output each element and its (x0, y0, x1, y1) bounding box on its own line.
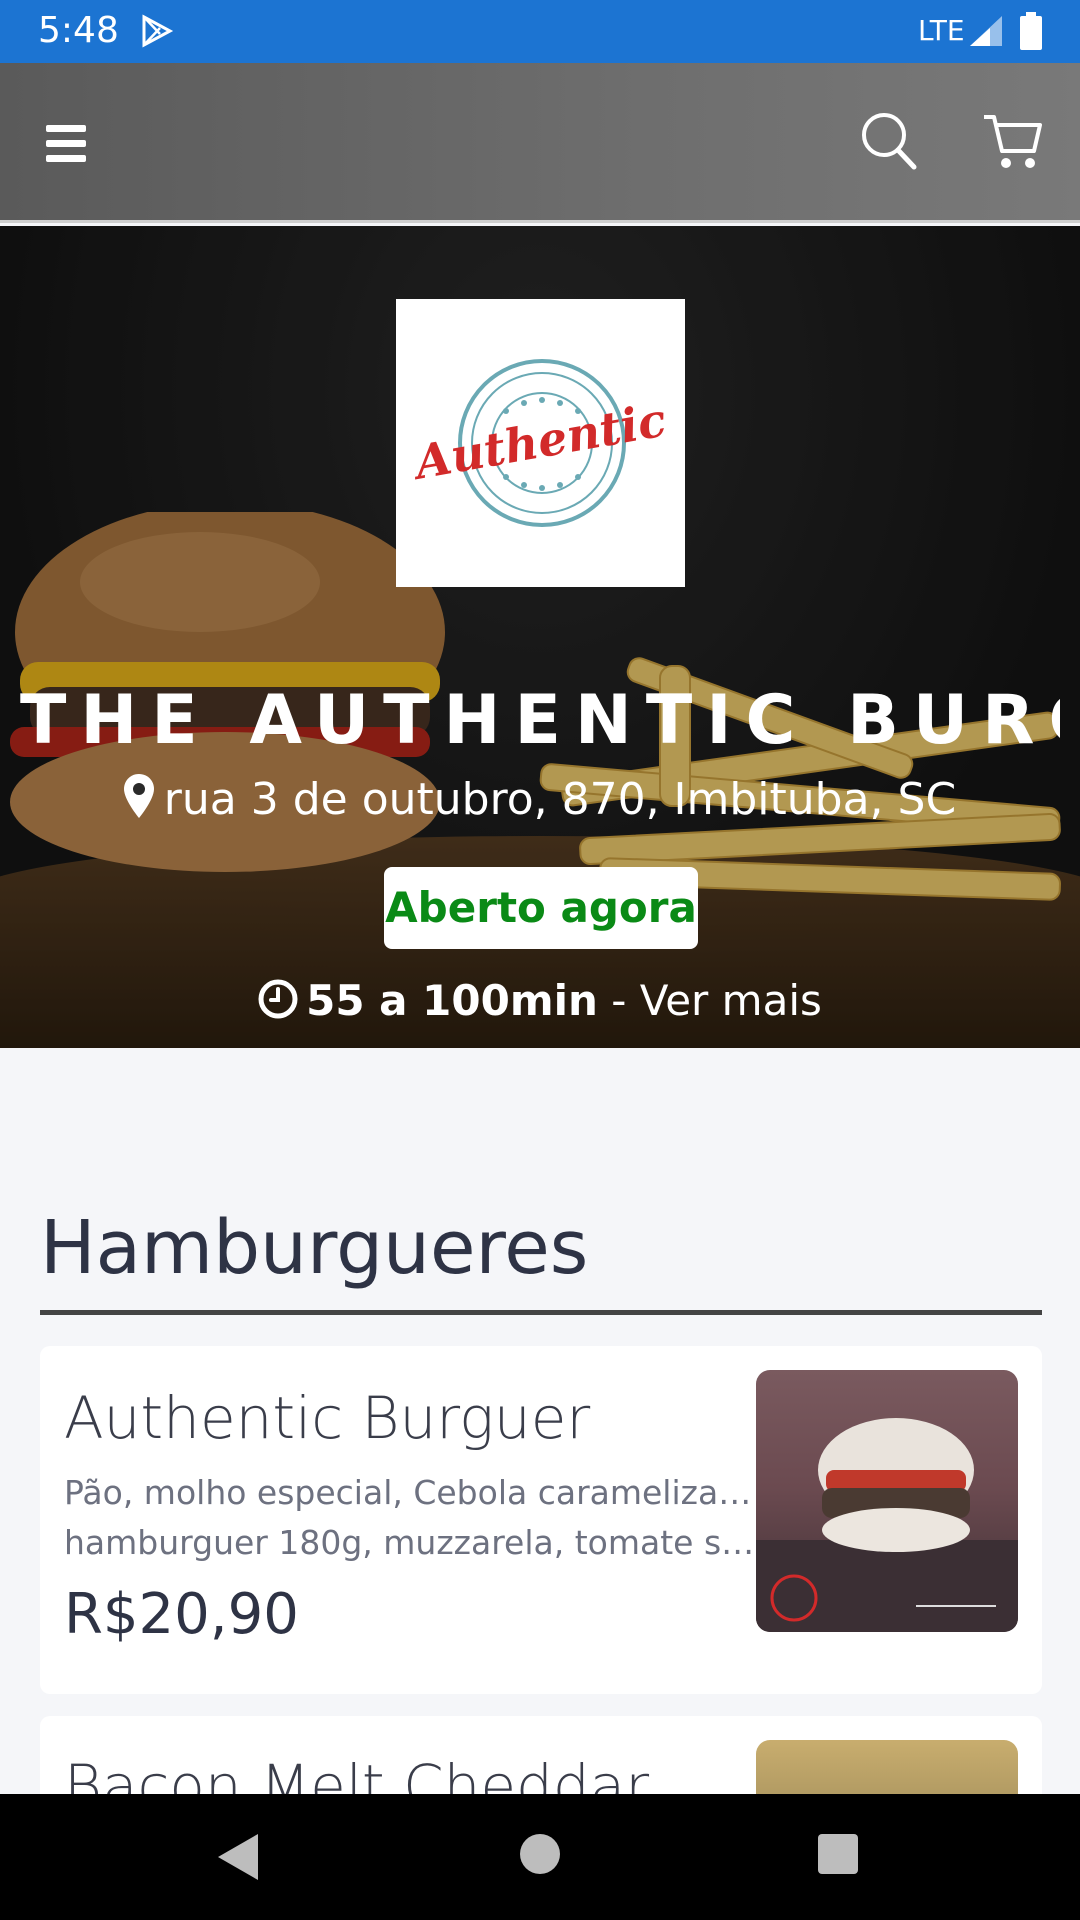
network-type: LTE (918, 14, 965, 47)
section-divider (40, 1310, 1042, 1315)
restaurant-hero: Authentic THE AUTHENTIC BURG... rua 3 de… (0, 226, 1080, 1048)
delivery-time-row[interactable]: 55 a 100min - Ver mais (0, 976, 1080, 1025)
product-price: R$20,90 (64, 1582, 299, 1647)
product-image (756, 1370, 1018, 1632)
clock-icon (258, 979, 298, 1019)
address-text: rua 3 de outubro, 870, Imbituba, SC (163, 774, 957, 825)
restaurant-name: THE AUTHENTIC BURG... (20, 681, 1060, 760)
status-bar: 5:48 LTE (0, 0, 1080, 63)
play-store-icon (142, 14, 174, 48)
product-description: Pão, molho especial, Cebola caramelizada… (64, 1473, 764, 1562)
app-toolbar (0, 63, 1080, 223)
battery-icon (1020, 12, 1042, 50)
back-icon[interactable] (216, 1832, 260, 1882)
restaurant-address: rua 3 de outubro, 870, Imbituba, SC (0, 774, 1080, 825)
system-nav-bar (0, 1794, 1080, 1920)
signal-icon (970, 16, 1002, 46)
authentic-logo-icon: Authentic (407, 359, 670, 527)
location-pin-icon (123, 774, 154, 818)
section-title: Hamburgueres (40, 1205, 589, 1291)
restaurant-logo: Authentic (396, 299, 685, 587)
menu-icon (46, 125, 86, 132)
product-name: Authentic Burguer (64, 1384, 591, 1452)
recents-icon[interactable] (818, 1834, 858, 1874)
home-icon[interactable] (520, 1834, 560, 1874)
search-icon[interactable] (858, 109, 918, 173)
product-card[interactable]: Authentic Burguer Pão, molho especial, C… (40, 1346, 1042, 1694)
logo-text: Authentic (407, 393, 670, 491)
open-status-badge: Aberto agora (384, 867, 698, 949)
delivery-time: 55 a 100min (306, 976, 598, 1025)
status-time: 5:48 (38, 10, 119, 51)
see-more-link[interactable]: - Ver mais (611, 976, 822, 1025)
cart-icon[interactable] (982, 111, 1042, 171)
menu-button[interactable] (40, 119, 96, 169)
